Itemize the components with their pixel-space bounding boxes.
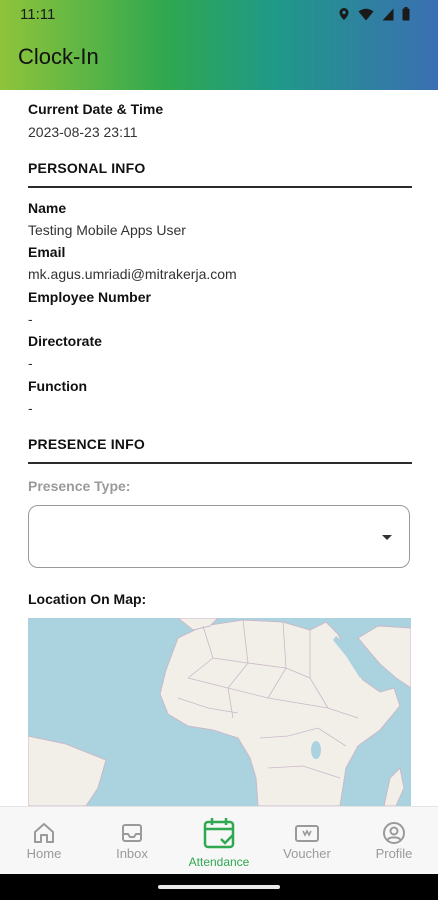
nav-home-label: Home: [26, 846, 62, 861]
status-bar: 11:11: [0, 0, 438, 30]
page-title: Clock-In: [18, 44, 99, 69]
employee-number-label: Employee Number: [28, 289, 151, 305]
wifi-icon: [358, 8, 374, 20]
home-icon: [34, 823, 54, 843]
map-tiles: [28, 618, 411, 806]
presence-info-heading: PRESENCE INFO: [28, 436, 145, 452]
profile-icon: [383, 822, 405, 844]
function-value: -: [28, 400, 33, 416]
bottom-navigation: Home Inbox Attendance Voucher Profile: [0, 806, 438, 875]
directorate-value: -: [28, 355, 33, 371]
nav-attendance-label: Attendance: [188, 855, 250, 869]
nav-voucher[interactable]: Voucher: [263, 807, 351, 875]
inbox-icon: [122, 824, 142, 842]
personal-info-heading: PERSONAL INFO: [28, 160, 146, 176]
email-label: Email: [28, 244, 66, 260]
function-label: Function: [28, 378, 88, 394]
signal-icon: [382, 8, 394, 20]
calendar-check-icon: [203, 818, 235, 849]
system-navigation-bar: [0, 874, 438, 900]
directorate-label: Directorate: [28, 333, 102, 349]
datetime-label: Current Date & Time: [28, 101, 164, 117]
app-header: 11:11 Clock-In: [0, 0, 438, 90]
nav-home[interactable]: Home: [0, 807, 88, 875]
voucher-icon: [295, 825, 319, 842]
nav-inbox[interactable]: Inbox: [88, 807, 176, 875]
employee-number-value: -: [28, 311, 33, 327]
divider: [28, 462, 412, 464]
location-label: Location On Map:: [28, 591, 147, 607]
name-label: Name: [28, 200, 67, 216]
nav-voucher-label: Voucher: [283, 846, 331, 861]
location-icon: [339, 8, 349, 20]
divider: [28, 186, 412, 188]
name-value: Testing Mobile Apps User: [28, 222, 186, 238]
status-time: 11:11: [20, 6, 56, 23]
email-value: mk.agus.umriadi@mitrakerja.com: [28, 266, 237, 282]
home-gesture-handle[interactable]: [158, 885, 280, 889]
nav-profile-label: Profile: [375, 846, 413, 861]
location-map[interactable]: [28, 618, 411, 806]
presence-type-select[interactable]: [28, 505, 410, 568]
status-icons: [338, 7, 410, 21]
nav-inbox-label: Inbox: [116, 846, 148, 861]
dropdown-arrow-icon: [382, 535, 392, 540]
nav-profile[interactable]: Profile: [350, 807, 438, 875]
datetime-value: 2023-08-23 23:11: [28, 124, 138, 140]
battery-icon: [402, 7, 410, 21]
nav-attendance[interactable]: Attendance: [175, 807, 263, 875]
presence-type-label: Presence Type:: [28, 478, 131, 494]
